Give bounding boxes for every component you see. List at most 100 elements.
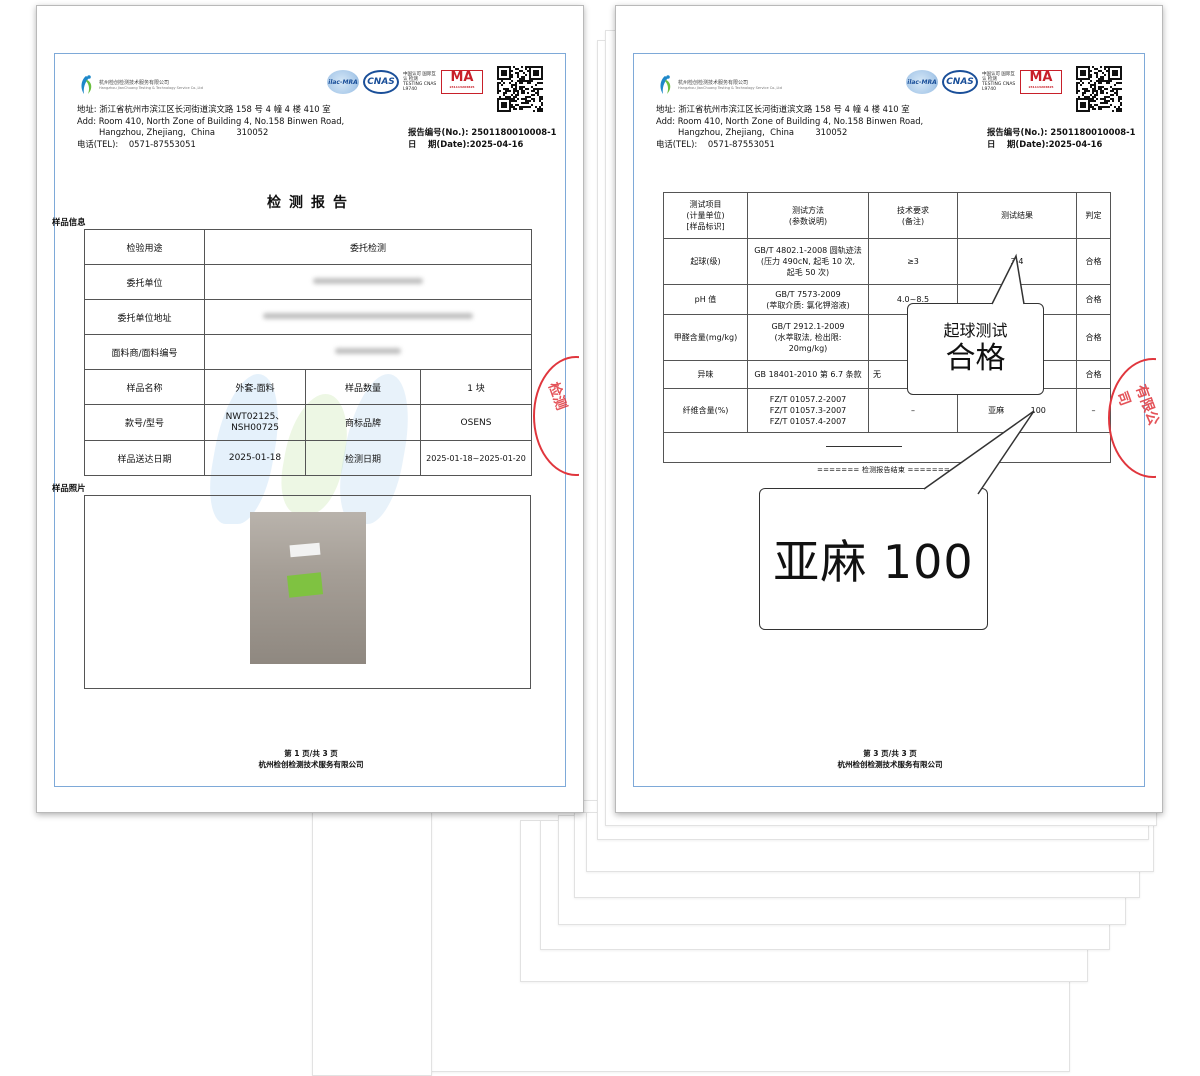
cma-logo: MA 231113263825 [1020,70,1062,94]
company-name-en: Hangzhou JianChuang Testing & Technology… [99,86,204,90]
page-footer: 第 1 页/共 3 页 杭州检创检测技术服务有限公司 [55,748,567,770]
table-row: 纤维含量(%) FZ/T 01057.2-2007 FZ/T 01057.3-2… [663,388,1111,433]
address-en-2: Hangzhou, Zhejiang, China 310052 [99,127,269,137]
cell-verdict: 合格 [1076,314,1111,361]
cell-label: 样品送达日期 [84,440,205,476]
table-row: 面料商/面料编号 [84,334,532,370]
cma-logo: MA 231113263825 [441,70,483,94]
sample-tag-white [289,542,321,558]
cma-letters: MA [1029,70,1053,85]
footer-company: 杭州检创检测技术服务有限公司 [258,760,364,769]
table-row: 委托单位 [84,264,532,300]
address-en-1: Add: Room 410, North Zone of Building 4,… [77,115,345,126]
cell-value: 外套-面料 [204,369,306,405]
cell-verdict: 合格 [1076,360,1111,389]
ilac-mra-logo: ilac-MRA [906,70,938,94]
underline-mark [826,446,902,447]
table-row [663,432,1111,463]
address-cn: 地址: 浙江省杭州市滨江区长河街道滨文路 158 号 4 幢 4 楼 410 室 [77,104,331,114]
header-verdict: 判定 [1076,192,1111,239]
cell-verdict: 合格 [1076,284,1111,315]
table-row: 起球(级) GB/T 4802.1-2008 圆轨迹法 (压力 490cN, 起… [663,238,1111,285]
cell-label: 样品名称 [84,369,205,405]
qr-code [497,66,543,112]
report-number: 报告编号(No.): 2501180010008-1 [408,127,557,137]
cma-letters: MA [450,70,474,85]
telephone: 电话(TEL): 0571-87553051 [656,138,775,149]
table-row: 样品名称 外套-面料 样品数量 1 块 [84,369,532,405]
sample-info-table: 检验用途 委托检测 委托单位 委托单位地址 面料商/面料编号 样品名称 外套-面… [84,229,532,476]
cell-value-redacted [204,334,532,370]
cell-value: 2025-01-18 [204,440,306,476]
company-name-en: Hangzhou JianChuang Testing & Technology… [678,86,783,90]
callout-fiber-content: 亚麻 100 [759,488,988,630]
table-footer-cell [663,432,1111,463]
cell-item: pH 值 [663,284,748,315]
report-page-1: 杭州检创检测技术服务有限公司 Hangzhou JianChuang Testi… [36,5,584,813]
header-method: 测试方法 (参数说明) [747,192,869,239]
table-row: 样品送达日期 2025-01-18 检测日期 2025-01-18~2025-0… [84,440,532,476]
cell-label: 面料商/面料编号 [84,334,205,370]
cell-verdict: 合格 [1076,238,1111,285]
cell-method: FZ/T 01057.2-2007 FZ/T 01057.3-2007 FZ/T… [747,388,869,433]
cma-number: 231113263825 [1028,85,1054,89]
cell-label: 委托单位 [84,264,205,300]
company-logo: 杭州检创检测技术服务有限公司 Hangzhou JianChuang Testi… [77,74,203,96]
address-cn: 地址: 浙江省杭州市滨江区长河街道滨文路 158 号 4 幢 4 楼 410 室 [656,104,910,114]
cell-method: GB/T 4802.1-2008 圆轨迹法 (压力 490cN, 起毛 10 次… [747,238,869,285]
redacted-fabric [335,348,401,354]
footer-company: 杭州检创检测技术服务有限公司 [837,760,943,769]
cell-result: 亚麻 100 [957,388,1077,433]
report-page-3: 杭州检创检测技术服务有限公司 Hangzhou JianChuang Testi… [615,5,1163,813]
address-block: 地址: 浙江省杭州市滨江区长河街道滨文路 158 号 4 幢 4 楼 410 室… [656,104,956,150]
cell-label: 检验用途 [84,229,205,265]
cell-value: 2025-01-18~2025-01-20 [420,440,532,476]
page-frame: 杭州检创检测技术服务有限公司 Hangzhou JianChuang Testi… [633,53,1145,787]
cell-value-redacted [204,299,532,335]
address-en-1: Add: Room 410, North Zone of Building 4,… [656,115,924,126]
table-row: 委托单位地址 [84,299,532,335]
qr-code-icon [1076,66,1122,112]
cell-requirement: – [868,388,958,433]
cell-label: 委托单位地址 [84,299,205,335]
cell-value: 委托检测 [204,229,532,265]
telephone: 电话(TEL): 0571-87553051 [77,138,196,149]
callout-fiber-text: 亚麻 100 [773,535,974,589]
cell-method: GB/T 2912.1-2009 (水萃取法, 检出限: 20mg/kg) [747,314,869,361]
footer-page-number: 第 3 页/共 3 页 [863,749,917,758]
footer-page-number: 第 1 页/共 3 页 [284,749,338,758]
redacted-address [263,313,473,319]
qr-code-icon [497,66,543,112]
cma-number: 231113263825 [449,85,475,89]
page-frame: 杭州检创检测技术服务有限公司 Hangzhou JianChuang Testi… [52,53,567,787]
callout-pilling-pass: 起球测试 合格 [907,303,1044,395]
table-header-row: 测试项目 (计量单位) [样品标识] 测试方法 (参数说明) 技术要求 (备注)… [663,192,1111,239]
ilac-mra-logo: ilac-MRA [327,70,359,94]
page-footer: 第 3 页/共 3 页 杭州检创检测技术服务有限公司 [634,748,1146,770]
redacted-client [313,278,423,284]
sample-photo-box [84,495,531,689]
cell-item: 甲醛含量(mg/kg) [663,314,748,361]
report-date: 日 期(Date):2025-04-16 [408,138,524,149]
cell-result: 3-4 [957,238,1077,285]
table-row: 款号/型号 NWT02125、 NSH00725 商标品牌 OSENS [84,404,532,441]
callout-pilling-title: 起球测试 [943,321,1008,340]
fiber-name: 亚麻 [988,406,1005,415]
address-en-2: Hangzhou, Zhejiang, China 310052 [678,127,848,137]
report-meta: 报告编号(No.): 2501180010008-1 日 期(Date):202… [408,127,556,150]
cell-method: GB 18401-2010 第 6.7 条款 [747,360,869,389]
cnas-logo: CNAS [942,70,978,94]
cnas-cert-text: 中国认可 国际互认 检测 TESTING CNAS L9740 [982,72,1016,92]
cell-value-redacted [204,264,532,300]
report-title: 检测报告 [267,195,355,211]
report-end-marker: ======= 检测报告结束 ======= [817,466,950,474]
cell-verdict: – [1076,388,1111,433]
cell-value: 1 块 [420,369,532,405]
address-block: 地址: 浙江省杭州市滨江区长河街道滨文路 158 号 4 幢 4 楼 410 室… [77,104,377,150]
cert-logos: ilac-MRA CNAS 中国认可 国际互认 检测 TESTING CNAS … [906,70,1062,94]
report-meta: 报告编号(No.): 2501180010008-1 日 期(Date):202… [987,127,1135,150]
company-logo: 杭州检创检测技术服务有限公司 Hangzhou JianChuang Testi… [656,74,782,96]
fiber-percent: 100 [1030,406,1046,415]
header-requirement: 技术要求 (备注) [868,192,958,239]
company-logo-icon [656,74,674,96]
